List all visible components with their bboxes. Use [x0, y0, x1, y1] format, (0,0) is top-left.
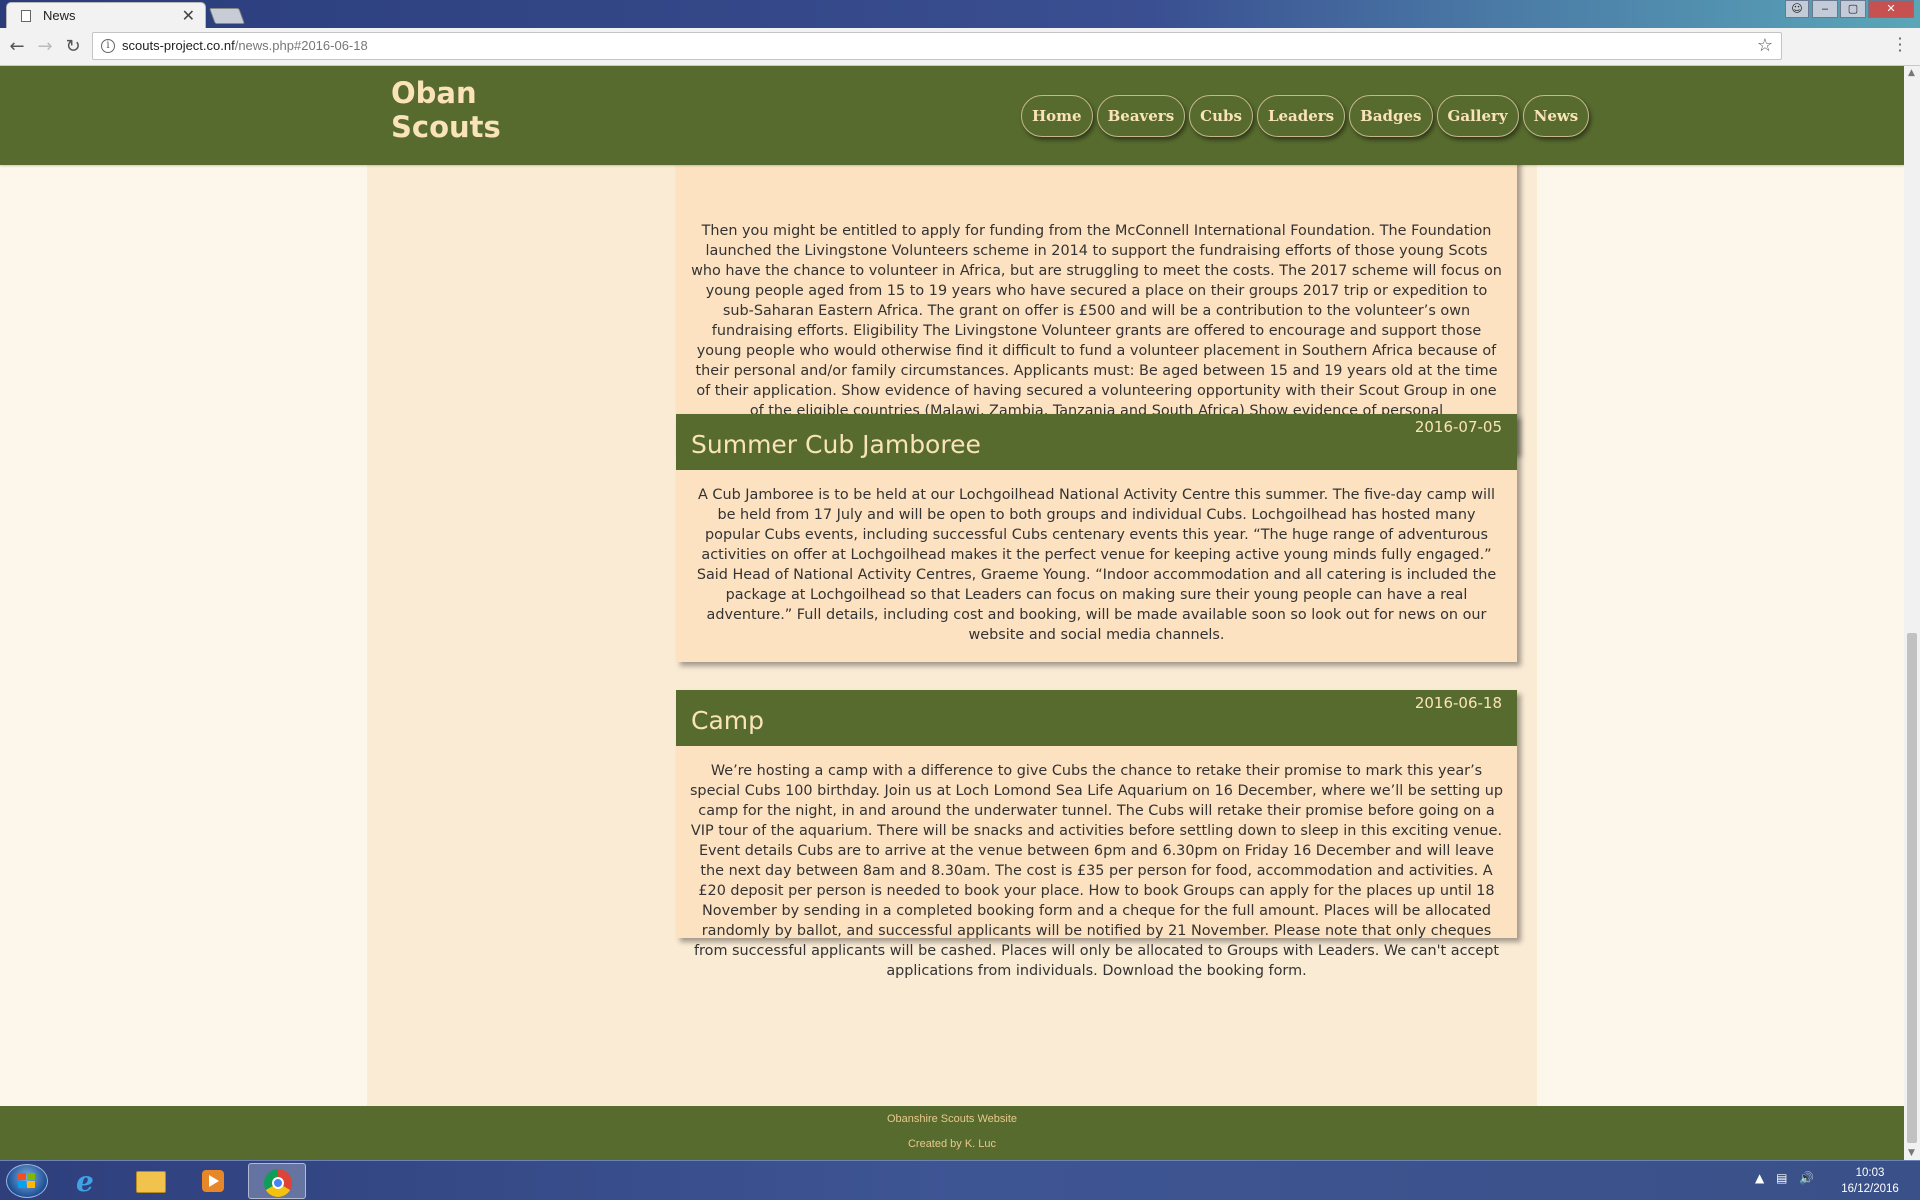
- article-date: 2016-07-05: [1414, 418, 1502, 436]
- article-title: Camp: [691, 706, 764, 735]
- site-footer: Obanshire Scouts Website Created by K. L…: [0, 1106, 1904, 1160]
- logo-line-1: Oban: [391, 76, 477, 110]
- nav-gallery[interactable]: Gallery: [1436, 95, 1519, 137]
- news-article: Summer Cub Jamboree 2016-07-05 A Cub Jam…: [676, 414, 1517, 662]
- media-player-icon[interactable]: [186, 1163, 240, 1199]
- file-explorer-icon[interactable]: [124, 1163, 178, 1199]
- nav-news[interactable]: News: [1522, 95, 1590, 137]
- browser-toolbar: ← → ↻ i scouts-project.co.nf/news.php#20…: [0, 28, 1920, 66]
- info-icon[interactable]: i: [101, 39, 115, 53]
- user-profile-icon[interactable]: ☺: [1785, 0, 1809, 18]
- windows-logo-icon: [18, 1173, 36, 1189]
- article-body: A Cub Jamboree is to be held at our Loch…: [696, 487, 1497, 643]
- nav-home[interactable]: Home: [1021, 95, 1093, 137]
- article-header: Summer Cub Jamboree 2016-07-05: [676, 414, 1517, 470]
- address-bar[interactable]: i scouts-project.co.nf/news.php#2016-06-…: [92, 32, 1782, 60]
- scroll-down-icon[interactable]: ▼: [1908, 1148, 1915, 1158]
- browser-tab-news[interactable]: News ✕: [6, 2, 206, 28]
- close-window-button[interactable]: ✕: [1868, 0, 1914, 18]
- site-logo[interactable]: Oban Scouts: [391, 76, 501, 144]
- nav-badges[interactable]: Badges: [1349, 95, 1433, 137]
- nav-leaders[interactable]: Leaders: [1256, 95, 1346, 137]
- footer-site-name: Obanshire Scouts Website: [886, 1113, 1018, 1125]
- clock-time: 10:03: [1855, 1167, 1885, 1179]
- url-text[interactable]: scouts-project.co.nf/news.php#2016-06-18: [122, 38, 368, 53]
- article-title: Summer Cub Jamboree: [691, 430, 981, 459]
- internet-explorer-icon[interactable]: e: [62, 1163, 116, 1199]
- page-icon: [21, 10, 31, 22]
- article-date: 2016-06-18: [1414, 694, 1502, 712]
- reload-icon[interactable]: ↻: [62, 36, 84, 57]
- os-taskbar: e ▲ ▤ 🔊 10:03 16/12/2016: [0, 1160, 1920, 1200]
- site-header: Oban Scouts Home Beavers Cubs Leaders Ba…: [0, 66, 1904, 165]
- show-hidden-icons-icon[interactable]: ▲: [1755, 1171, 1764, 1185]
- news-article: Then you might be entitled to apply for …: [676, 133, 1517, 459]
- footer-credit: Created by K. Luc: [907, 1138, 997, 1150]
- back-arrow-icon[interactable]: ←: [6, 36, 28, 57]
- news-article: Camp 2016-06-18 We’re hosting a camp wit…: [676, 690, 1517, 979]
- article-header: Camp 2016-06-18: [676, 690, 1517, 746]
- scrollbar-thumb[interactable]: [1907, 633, 1917, 1143]
- forward-arrow-icon[interactable]: →: [34, 36, 56, 57]
- url-path: /news.php#2016-06-18: [234, 38, 368, 53]
- bookmark-star-icon[interactable]: ☆: [1757, 35, 1773, 56]
- nav-beavers[interactable]: Beavers: [1096, 95, 1186, 137]
- main-nav: Home Beavers Cubs Leaders Badges Gallery…: [1021, 95, 1590, 137]
- article-body: Then you might be entitled to apply for …: [691, 223, 1502, 459]
- minimize-button[interactable]: ‒: [1812, 0, 1838, 18]
- logo-line-2: Scouts: [391, 110, 501, 144]
- start-button[interactable]: [6, 1164, 48, 1198]
- clock-date: 16/12/2016: [1841, 1183, 1899, 1195]
- network-icon[interactable]: ▤: [1776, 1171, 1787, 1185]
- chrome-taskbar-icon[interactable]: [248, 1163, 306, 1199]
- url-host: scouts-project.co.nf: [122, 38, 235, 53]
- maximize-button[interactable]: ▢: [1840, 0, 1866, 18]
- nav-cubs[interactable]: Cubs: [1189, 95, 1253, 137]
- taskbar-clock[interactable]: 10:03 16/12/2016: [1825, 1165, 1915, 1197]
- new-tab-button[interactable]: [209, 8, 245, 24]
- page-viewport: Then you might be entitled to apply for …: [0, 66, 1904, 1160]
- volume-icon[interactable]: 🔊: [1799, 1171, 1814, 1185]
- article-body: We’re hosting a camp with a difference t…: [689, 763, 1504, 979]
- browser-menu-icon[interactable]: · · ·: [1895, 31, 1905, 59]
- page-scrollbar[interactable]: ▲ ▼: [1904, 66, 1920, 1160]
- tab-close-icon[interactable]: ✕: [182, 6, 195, 25]
- system-tray: ▲ ▤ 🔊: [1755, 1171, 1822, 1185]
- window-titlebar: News ✕ ☺ ‒ ▢ ✕: [0, 0, 1920, 28]
- tab-title: News: [43, 8, 76, 23]
- scroll-up-icon[interactable]: ▲: [1908, 68, 1915, 78]
